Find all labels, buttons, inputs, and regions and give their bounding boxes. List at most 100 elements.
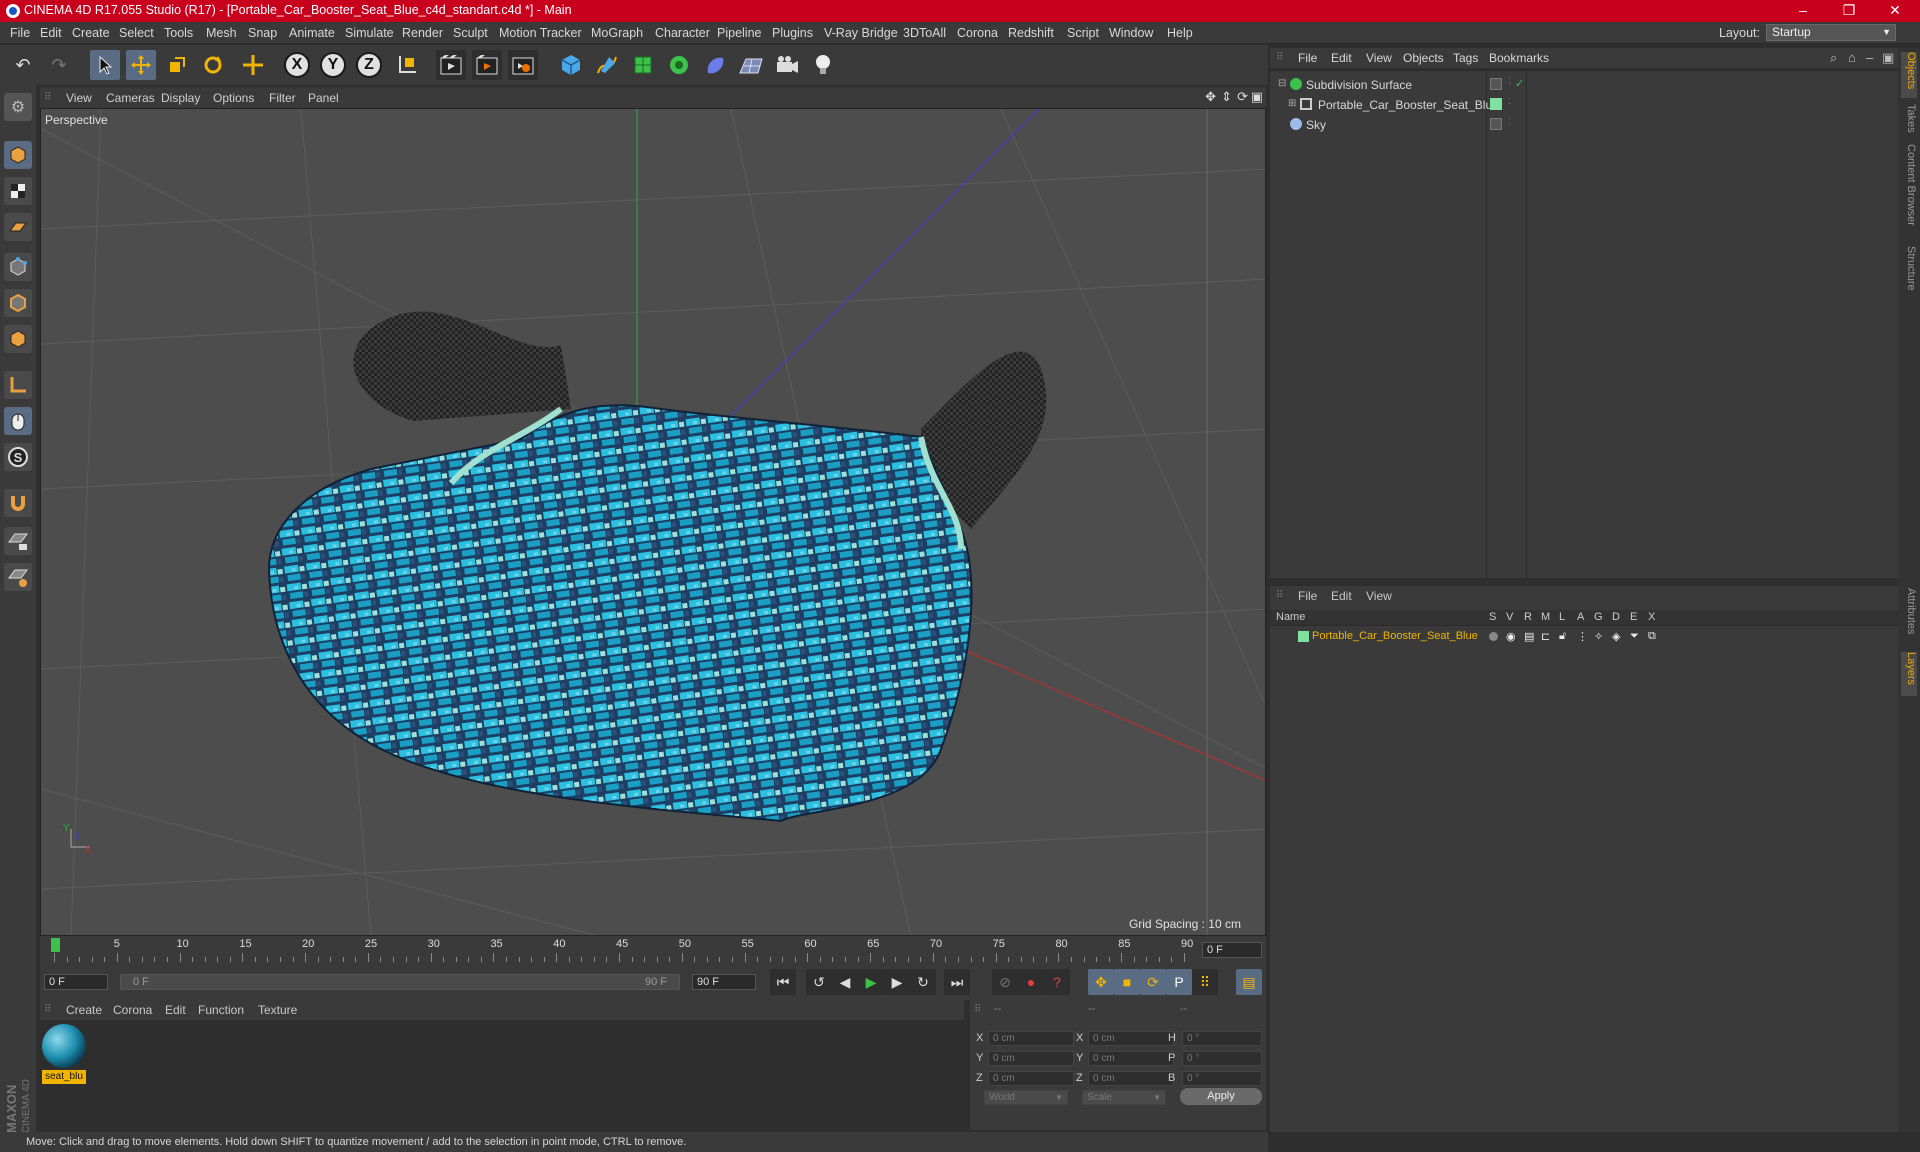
expression-icon[interactable]: ⏷ [1630,630,1639,643]
object-row-subdivision-surface[interactable]: ⊟ Subdivision Surface ⁚ ✓ [1270,75,1898,95]
home-icon[interactable]: ⌂ [1848,50,1856,65]
scale-tool-icon[interactable] [162,50,192,80]
tab-layers[interactable]: Layers [1901,652,1917,696]
layer-col-xref[interactable]: X [1648,611,1655,623]
layers-menu-edit[interactable]: Edit [1331,589,1352,603]
coordinate-mode-dropdown[interactable]: World ▼ [984,1090,1068,1105]
cube-primitive-icon[interactable] [556,50,586,80]
record-keys-icon[interactable]: ⊘ [992,969,1018,995]
planar-workplane-icon[interactable] [4,563,32,591]
layer-col-deformers[interactable]: D [1612,611,1620,623]
layer-col-animation[interactable]: A [1577,611,1584,623]
menu-tools[interactable]: Tools [164,26,193,40]
polygons-mode-icon[interactable] [4,325,32,353]
viewport-menu-options[interactable]: Options [213,91,254,105]
menu-select[interactable]: Select [119,26,154,40]
snap-magnet-icon[interactable] [4,489,32,517]
layers-menu-view[interactable]: View [1366,589,1392,603]
tab-objects[interactable]: Objects [1901,52,1917,98]
camera-icon[interactable] [772,50,802,80]
layer-name[interactable]: Portable_Car_Booster_Seat_Blue [1312,630,1478,642]
redo-icon[interactable]: ↷ [44,50,74,80]
layer-icon[interactable] [1490,118,1502,130]
deformer-icon[interactable] [700,50,730,80]
layer-row[interactable]: Portable_Car_Booster_Seat_Blue ◉ ▤ ⊏ 🔓︎ … [1270,628,1898,646]
perspective-viewport[interactable]: Y X Z Perspective Grid Spacing : 10 cm [40,108,1266,936]
menu-simulate[interactable]: Simulate [345,26,394,40]
playhead[interactable] [51,938,60,952]
material-name-label[interactable]: seat_blu [42,1070,86,1084]
x-axis-lock-button[interactable]: X [282,50,312,80]
layer-col-locked[interactable]: L [1559,611,1565,623]
points-mode-icon[interactable] [4,253,32,281]
expand-icon[interactable]: ⊟ [1278,78,1286,89]
locked-workplane-icon[interactable] [4,527,32,555]
go-to-start-icon[interactable]: ⏮ [770,969,796,995]
objects-menu-view[interactable]: View [1366,51,1392,65]
frame-range-slider[interactable]: 0 F 90 F [120,974,680,990]
menu-pipeline[interactable]: Pipeline [717,26,761,40]
menu-redshift[interactable]: Redshift [1008,26,1054,40]
layer-col-manager[interactable]: M [1541,611,1550,623]
objects-menu-file[interactable]: File [1298,51,1317,65]
objects-menu-objects[interactable]: Objects [1403,51,1444,65]
apply-button[interactable]: Apply [1180,1088,1262,1105]
spline-pen-icon[interactable] [592,50,622,80]
play-icon[interactable]: ▶ [858,969,884,995]
material-menu-function[interactable]: Function [198,1003,244,1017]
go-to-next-key-icon[interactable]: ↻ [910,969,936,995]
viewport-maximize-icon[interactable]: ▣ [1251,89,1263,105]
z-axis-lock-button[interactable]: Z [354,50,384,80]
rotation-b-field[interactable]: 0 ° [1182,1071,1262,1086]
size-y-field[interactable]: 0 cm [1088,1051,1174,1066]
visibility-dots-icon[interactable]: ⁚ [1508,76,1511,87]
render-view-icon[interactable] [436,50,466,80]
layer-color-swatch[interactable] [1490,98,1502,110]
objects-menu-tags[interactable]: Tags [1453,51,1478,65]
layer-col-render[interactable]: R [1524,611,1532,623]
viewport-move-icon[interactable]: ✥ [1205,89,1216,105]
menu-plugins[interactable]: Plugins [772,26,813,40]
layer-icon[interactable] [1490,78,1502,90]
deformer-icon[interactable]: ◈ [1612,630,1620,643]
objects-menu-edit[interactable]: Edit [1331,51,1352,65]
size-x-field[interactable]: 0 cm [1088,1031,1174,1046]
object-row-sky[interactable]: Sky ⁚ [1270,115,1898,135]
rotation-h-field[interactable]: 0 ° [1182,1031,1262,1046]
viewport-menu-filter[interactable]: Filter [269,91,296,105]
generator-icon[interactable]: ✧ [1594,630,1603,643]
material-menu-create[interactable]: Create [66,1003,102,1017]
transform-tool-icon[interactable] [238,50,268,80]
menu-help[interactable]: Help [1167,26,1193,40]
material-menu-texture[interactable]: Texture [258,1003,297,1017]
start-frame-field[interactable]: 0 F [44,974,108,990]
timeline-ruler[interactable]: 051015202530354045505560657075808590 0 F [40,936,1266,964]
manager-icon[interactable]: ⊏ [1541,630,1550,643]
rotate-tool-icon[interactable] [198,50,228,80]
menu-motion-tracker[interactable]: Motion Tracker [499,26,582,40]
material-menu-edit[interactable]: Edit [165,1003,186,1017]
position-y-field[interactable]: 0 cm [988,1051,1074,1066]
lock-icon[interactable]: 🔓︎ [1559,630,1566,643]
mograph-cloner-icon[interactable] [664,50,694,80]
key-scale-icon[interactable]: ■ [1114,969,1140,995]
menu-snap[interactable]: Snap [248,26,277,40]
model-mode-icon[interactable] [4,141,32,169]
key-parameter-icon[interactable]: P [1166,969,1192,995]
layer-col-name[interactable]: Name [1276,611,1305,623]
menu-3dtoall[interactable]: 3DToAll [903,26,946,40]
render-settings-icon[interactable] [508,50,538,80]
menu-script[interactable]: Script [1067,26,1099,40]
minimize-button[interactable]: – [1780,0,1826,22]
visibility-dots-icon[interactable]: ⁚ [1508,96,1511,107]
menu-render[interactable]: Render [402,26,443,40]
position-z-field[interactable]: 0 cm [988,1071,1074,1086]
end-frame-field[interactable]: 90 F [692,974,756,990]
restore-button[interactable]: ❐ [1826,0,1872,22]
menu-mograph[interactable]: MoGraph [591,26,643,40]
size-z-field[interactable]: 0 cm [1088,1071,1174,1086]
menu-window[interactable]: Window [1109,26,1153,40]
menu-animate[interactable]: Animate [289,26,335,40]
layer-color-swatch[interactable] [1298,631,1309,642]
menu-edit[interactable]: Edit [40,26,62,40]
